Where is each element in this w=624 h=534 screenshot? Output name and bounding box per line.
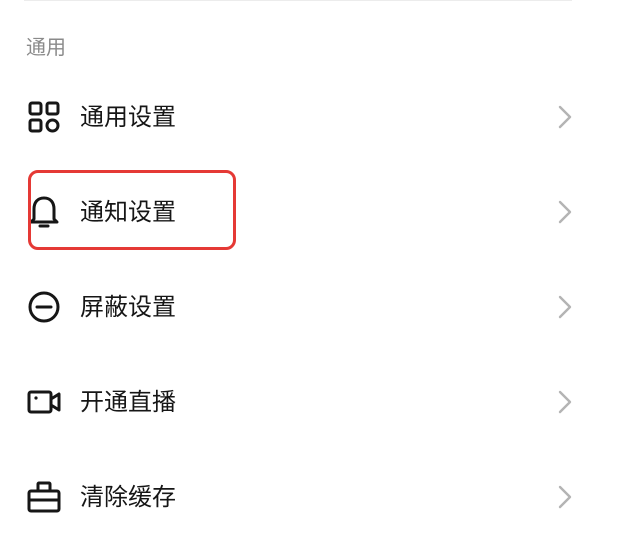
menu-item-block-settings[interactable]: 屏蔽设置 [0,260,624,355]
menu-item-start-live[interactable]: 开通直播 [0,355,624,450]
menu-item-general-settings[interactable]: 通用设置 [0,70,624,165]
chevron-right-icon [552,197,578,227]
menu-item-notification-settings[interactable]: 通知设置 [0,165,624,260]
menu-item-label: 开通直播 [80,388,176,416]
section-title: 通用 [26,35,66,59]
toolbox-icon [26,479,62,515]
menu-item-label: 通知设置 [80,198,176,226]
menu-item-label: 清除缓存 [80,483,176,511]
menu-item-label: 通用设置 [80,103,176,131]
chevron-right-icon [552,482,578,512]
block-icon [26,289,62,325]
chevron-right-icon [552,292,578,322]
menu-item-label: 屏蔽设置 [80,293,176,321]
bell-icon [26,194,62,230]
video-camera-icon [26,384,62,420]
chevron-right-icon [552,387,578,417]
settings-menu: 通用设置 通知设置 屏蔽设置 开通直播 清除缓存 [0,70,624,534]
menu-item-clear-cache[interactable]: 清除缓存 [0,450,624,534]
grid-apps-icon [26,99,62,135]
top-divider [24,0,572,1]
chevron-right-icon [552,102,578,132]
